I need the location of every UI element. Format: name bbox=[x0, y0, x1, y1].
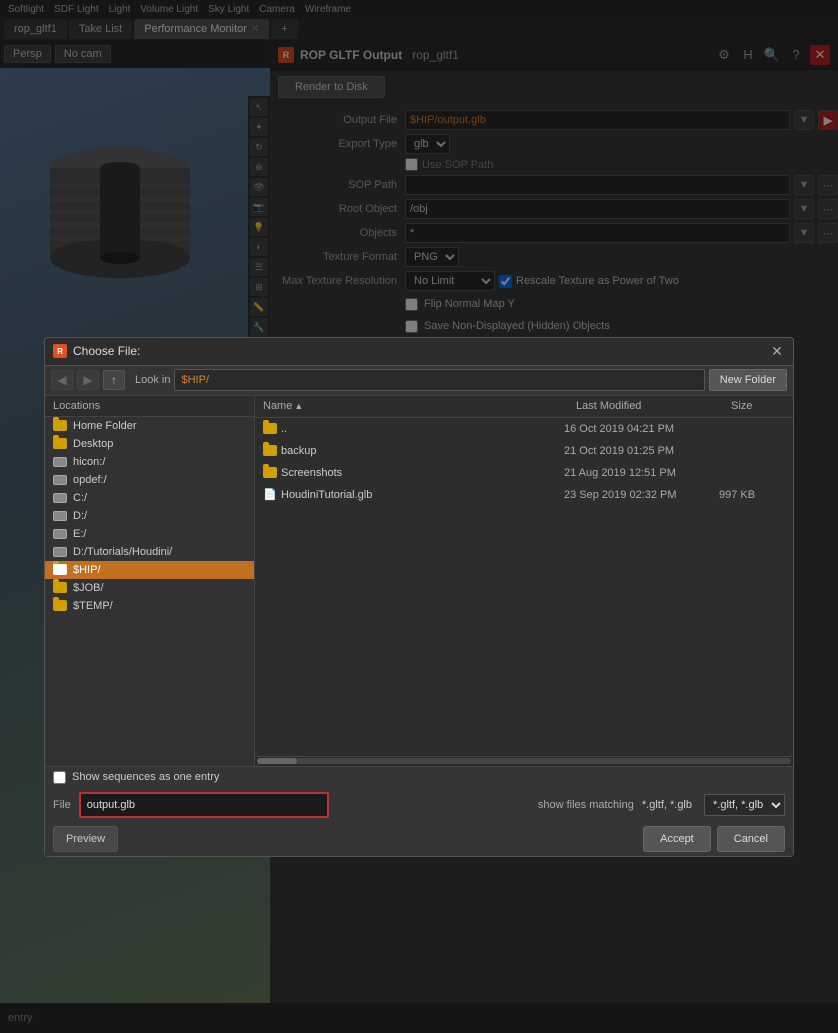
show-files-value: *.gltf, *.glb bbox=[642, 799, 692, 811]
location-hip[interactable]: $HIP/ bbox=[45, 561, 254, 579]
home-folder-icon bbox=[53, 420, 67, 432]
file-name-dotdot: .. bbox=[281, 423, 564, 435]
e-drive-icon bbox=[53, 528, 67, 540]
h-scrollbar-area bbox=[255, 756, 793, 766]
file-name-input[interactable] bbox=[79, 792, 329, 818]
file-name-screenshots: Screenshots bbox=[281, 467, 564, 479]
location-d-drive[interactable]: D:/ bbox=[45, 507, 254, 525]
opdef-icon bbox=[53, 474, 67, 486]
location-tutorials[interactable]: D:/Tutorials/Houdini/ bbox=[45, 543, 254, 561]
location-hicon[interactable]: hicon:/ bbox=[45, 453, 254, 471]
job-folder-icon bbox=[53, 582, 67, 594]
folder-icon-screenshots bbox=[259, 467, 281, 478]
dialog-bottom: Show sequences as one entry File show fi… bbox=[45, 766, 793, 856]
c-drive-icon bbox=[53, 492, 67, 504]
hip-folder-icon bbox=[53, 564, 67, 576]
file-modified-dotdot: 16 Oct 2019 04:21 PM bbox=[564, 423, 719, 435]
col-name-header[interactable]: Name ▲ bbox=[255, 400, 568, 412]
dialog-toolbar: ◀ ▶ ↑ Look in New Folder bbox=[45, 366, 793, 396]
file-modified-backup: 21 Oct 2019 01:25 PM bbox=[564, 445, 719, 457]
dialog-overlay: R Choose File: ✕ ◀ ▶ ↑ Look in New Folde… bbox=[0, 0, 838, 1033]
dialog-title: Choose File: bbox=[73, 344, 769, 358]
file-row-dotdot[interactable]: .. 16 Oct 2019 04:21 PM bbox=[255, 418, 793, 440]
file-icon-glb: 📄 bbox=[259, 488, 281, 501]
dialog-content: Locations Home Folder Desktop hicon:/ op… bbox=[45, 396, 793, 766]
show-files-matching-label: show files matching bbox=[538, 799, 634, 811]
file-name-houdini-tutorial: HoudiniTutorial.glb bbox=[281, 489, 564, 501]
sort-icon: ▲ bbox=[294, 401, 303, 411]
h-scroll-thumb[interactable] bbox=[257, 758, 297, 764]
file-input-row: File show files matching *.gltf, *.glb *… bbox=[45, 788, 793, 822]
dialog-titlebar: R Choose File: ✕ bbox=[45, 338, 793, 366]
location-opdef[interactable]: opdef:/ bbox=[45, 471, 254, 489]
desktop-icon bbox=[53, 438, 67, 450]
dialog-icon: R bbox=[53, 344, 67, 358]
location-e-drive[interactable]: E:/ bbox=[45, 525, 254, 543]
file-row-backup[interactable]: backup 21 Oct 2019 01:25 PM bbox=[255, 440, 793, 462]
up-button[interactable]: ↑ bbox=[103, 370, 125, 390]
location-temp[interactable]: $TEMP/ bbox=[45, 597, 254, 615]
back-button[interactable]: ◀ bbox=[51, 370, 73, 390]
temp-folder-icon bbox=[53, 600, 67, 612]
locations-panel: Locations Home Folder Desktop hicon:/ op… bbox=[45, 396, 255, 766]
col-modified-header[interactable]: Last Modified bbox=[568, 400, 723, 412]
choose-file-dialog: R Choose File: ✕ ◀ ▶ ↑ Look in New Folde… bbox=[44, 337, 794, 857]
forward-button[interactable]: ▶ bbox=[77, 370, 99, 390]
look-in-label: Look in bbox=[135, 374, 170, 386]
tutorials-icon bbox=[53, 546, 67, 558]
look-in-input[interactable] bbox=[174, 369, 704, 391]
accept-button[interactable]: Accept bbox=[643, 826, 711, 852]
hicon-icon bbox=[53, 456, 67, 468]
preview-button[interactable]: Preview bbox=[53, 826, 118, 852]
location-home-folder[interactable]: Home Folder bbox=[45, 417, 254, 435]
locations-title: Locations bbox=[45, 396, 254, 417]
file-name-backup: backup bbox=[281, 445, 564, 457]
show-sequences-checkbox[interactable] bbox=[53, 771, 66, 784]
file-modified-houdini-tutorial: 23 Sep 2019 02:32 PM bbox=[564, 489, 719, 501]
location-desktop[interactable]: Desktop bbox=[45, 435, 254, 453]
files-panel: Name ▲ Last Modified Size .. 16 Oct 2019… bbox=[255, 396, 793, 766]
file-modified-screenshots: 21 Aug 2019 12:51 PM bbox=[564, 467, 719, 479]
dialog-buttons: Preview Accept Cancel bbox=[45, 822, 793, 856]
files-table-header: Name ▲ Last Modified Size bbox=[255, 396, 793, 418]
show-files-select[interactable]: *.gltf, *.glb bbox=[704, 794, 785, 816]
location-c-drive[interactable]: C:/ bbox=[45, 489, 254, 507]
file-size-houdini-tutorial: 997 KB bbox=[719, 489, 789, 501]
dialog-close-button[interactable]: ✕ bbox=[769, 343, 785, 359]
file-row-screenshots[interactable]: Screenshots 21 Aug 2019 12:51 PM bbox=[255, 462, 793, 484]
d-drive-icon bbox=[53, 510, 67, 522]
location-job[interactable]: $JOB/ bbox=[45, 579, 254, 597]
cancel-button[interactable]: Cancel bbox=[717, 826, 785, 852]
file-row-houdini-tutorial[interactable]: 📄 HoudiniTutorial.glb 23 Sep 2019 02:32 … bbox=[255, 484, 793, 506]
col-size-header[interactable]: Size bbox=[723, 400, 793, 412]
file-label: File bbox=[53, 799, 71, 811]
show-sequences-label: Show sequences as one entry bbox=[72, 771, 219, 783]
folder-icon-backup bbox=[259, 445, 281, 456]
show-sequences-row: Show sequences as one entry bbox=[45, 767, 793, 788]
files-list: .. 16 Oct 2019 04:21 PM backup 21 Oct 20… bbox=[255, 418, 793, 756]
new-folder-button[interactable]: New Folder bbox=[709, 369, 787, 391]
folder-icon-dotdot bbox=[259, 423, 281, 434]
h-scrollbar[interactable] bbox=[257, 758, 791, 764]
